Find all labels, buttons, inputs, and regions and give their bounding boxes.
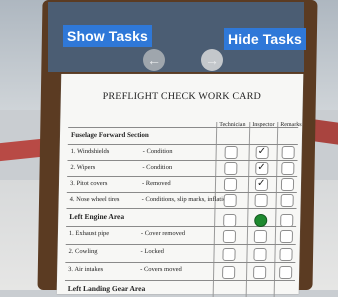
section-header: Left Landing Gear Area xyxy=(64,280,295,295)
technician-checkbox[interactable] xyxy=(224,162,238,175)
arrow-left-icon[interactable]: ← xyxy=(143,49,165,71)
section-title: Left Engine Area xyxy=(69,212,125,221)
technician-checkbox[interactable] xyxy=(223,178,238,191)
checkmark-icon: ✓ xyxy=(256,178,266,189)
item-label: 1. Exhaust pipe xyxy=(68,230,110,237)
check-label: - Conditions, slip marks, inflation xyxy=(141,196,230,203)
check-label: - Condition xyxy=(142,164,173,171)
remarks-checkbox[interactable] xyxy=(281,162,295,175)
technician-checkbox[interactable] xyxy=(223,214,237,227)
checklist-table: Technician Inspector Remarks Fuselage Fo… xyxy=(64,122,302,297)
inspector-checkbox[interactable] xyxy=(254,194,268,207)
section-header: Fuselage Forward Section xyxy=(67,127,299,145)
check-label: - Condition xyxy=(142,148,173,155)
check-label: - Covers moved xyxy=(140,266,182,273)
inspector-checkbox[interactable] xyxy=(253,266,267,279)
check-label: - Cover removed xyxy=(140,230,186,237)
card-title: PREFLIGHT CHECK WORK CARD xyxy=(102,91,262,102)
technician-checkbox[interactable] xyxy=(222,266,236,279)
item-label: 4. Nose wheel tires xyxy=(69,196,120,203)
work-card: PREFLIGHT CHECK WORK CARD Technician Ins… xyxy=(56,74,304,297)
section-title: Left Landing Gear Area xyxy=(67,284,146,293)
inspector-checkbox[interactable] xyxy=(253,230,268,243)
remarks-checkbox[interactable] xyxy=(279,248,293,261)
inspector-checkbox[interactable]: ✓ xyxy=(254,178,269,191)
inspector-checkbox[interactable] xyxy=(253,248,267,261)
checkmark-icon: ✓ xyxy=(257,146,267,157)
section-title: Fuselage Forward Section xyxy=(70,131,149,139)
technician-checkbox[interactable] xyxy=(222,248,236,261)
item-label: 3. Air intakes xyxy=(68,266,104,273)
arrow-right-icon[interactable]: → xyxy=(201,49,223,71)
show-tasks-button[interactable]: Show Tasks xyxy=(63,25,152,47)
technician-checkbox[interactable] xyxy=(222,230,237,243)
technician-checkbox[interactable] xyxy=(223,194,237,207)
item-label: 3. Pitot covers xyxy=(69,180,108,187)
inspector-checkbox[interactable]: ✓ xyxy=(255,162,269,175)
item-label: 1. Windshields xyxy=(70,148,110,155)
remarks-checkbox[interactable] xyxy=(280,214,294,227)
remarks-checkbox[interactable] xyxy=(279,230,294,243)
remarks-checkbox[interactable] xyxy=(280,178,295,191)
inspector-checkbox[interactable]: ✓ xyxy=(255,146,269,159)
check-label: - Locked xyxy=(140,248,164,255)
item-label: 2. Cowling xyxy=(68,248,98,255)
check-label: - Removed xyxy=(141,180,171,187)
remarks-checkbox[interactable] xyxy=(279,266,293,279)
checkmark-icon: ✓ xyxy=(257,162,266,173)
remarks-checkbox[interactable] xyxy=(280,194,294,207)
hide-tasks-button[interactable]: Hide Tasks xyxy=(224,28,306,50)
technician-checkbox[interactable] xyxy=(224,146,238,159)
remarks-checkbox[interactable] xyxy=(281,146,295,159)
item-label: 2. Wipers xyxy=(70,164,96,171)
